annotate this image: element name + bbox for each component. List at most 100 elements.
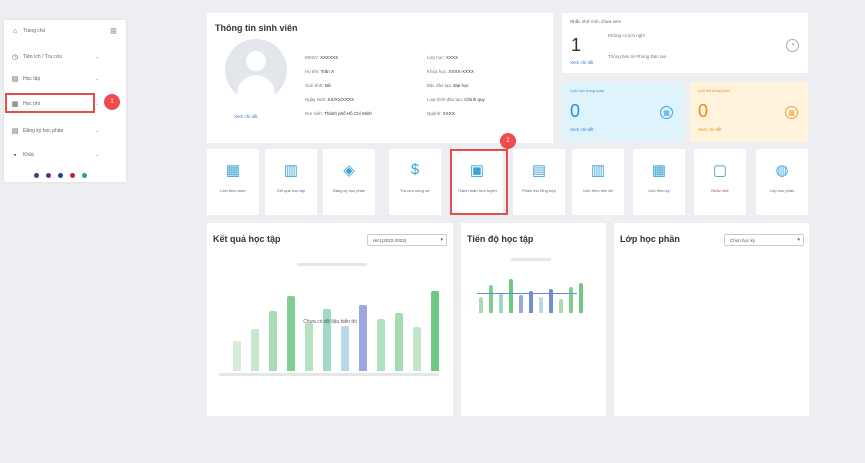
tile-label: Lịch theo kỳ — [648, 188, 670, 193]
theme-color-swatches — [34, 173, 87, 178]
reminder-line: Không có lịch nghỉ — [608, 33, 645, 38]
schedule-week-card[interactable]: Lịch học trong tuần 0 Xem chi tiết ▦ — [562, 82, 683, 142]
student-info-card: Thông tin sinh viên Xem chi tiết MSSV: X… — [207, 13, 553, 143]
tile-label: Lịch theo tuần — [220, 188, 246, 193]
chart-bar — [359, 305, 367, 371]
chart-axis-line — [219, 373, 439, 376]
info-key: MSSV: — [305, 55, 319, 60]
chart-bar — [413, 327, 421, 371]
info-row: Ngày sinh: XX/XX/XXXX — [305, 97, 354, 102]
avatar-body — [237, 75, 275, 101]
tile-reminders[interactable]: ▢ Nhắc nhở — [694, 149, 746, 215]
reminder-view-detail-link[interactable]: Xem chi tiết — [570, 60, 594, 65]
chart-bar — [579, 283, 583, 313]
semester-select-value: HK1(2022-2023) — [373, 237, 407, 243]
info-value: Đại học — [453, 83, 469, 88]
more-icon: ▪ — [13, 151, 17, 159]
highlight-tuition — [5, 93, 95, 113]
chart-bar — [233, 341, 241, 371]
term-select-value: Chọn học kỳ — [730, 237, 756, 243]
chart-bar — [479, 297, 483, 313]
reminder-line: Thông báo từ Phòng Đào tạo — [608, 54, 667, 59]
course-classes-card: Lớp học phần Chọn học kỳ ▾ — [614, 223, 809, 416]
student-view-detail-link[interactable]: Xem chi tiết — [234, 114, 258, 119]
chart-bar — [305, 323, 313, 371]
sidebar-item-home[interactable]: ⌂ Trang chủ — [7, 22, 101, 40]
tile-label: Phiếu thu tổng hợp — [522, 188, 556, 193]
calendar-icon: ▦ — [660, 106, 673, 119]
info-value: XXXX — [442, 111, 455, 116]
course-classes-title: Lớp học phần — [620, 234, 680, 244]
bell-icon: ▢ — [712, 162, 728, 179]
info-row: Họ tên: Trần X — [305, 69, 334, 74]
sidebar-item-course-registration[interactable]: ▤ Đăng ký học phần ⌄ — [7, 122, 101, 140]
tile-progress-schedule[interactable]: ▥ Lịch theo tiến độ — [572, 149, 624, 215]
theme-swatch[interactable] — [58, 173, 63, 178]
layers-icon: ◈ — [343, 162, 355, 179]
avatar — [225, 39, 287, 101]
chart-bar — [499, 293, 503, 313]
exam-week-count: 0 — [698, 101, 709, 121]
schedule-week-label: Lịch học trong tuần — [570, 88, 605, 93]
gift-icon: ◍ — [775, 162, 789, 179]
tile-label: Lịch theo tiến độ — [583, 188, 613, 193]
info-row: Lớp học: XXXX — [427, 55, 458, 60]
chart-bar — [559, 299, 563, 313]
study-icon: ▤ — [11, 76, 19, 83]
tile-study-results[interactable]: ▥ Kết quả học tập — [265, 149, 317, 215]
info-value: XX/XX/XXXX — [327, 97, 355, 102]
theme-swatch[interactable] — [82, 173, 87, 178]
hamburger-menu-icon[interactable]: ≡ — [110, 25, 122, 37]
info-row: Loại hình đào tạo: Chính quy — [427, 97, 485, 102]
chart-bar — [529, 291, 533, 313]
theme-swatch[interactable] — [70, 173, 75, 178]
bell-icon[interactable]: ◔ — [786, 39, 799, 52]
tile-weekly-schedule[interactable]: ▦ Lịch theo tuần — [207, 149, 259, 215]
dollar-icon: $ — [410, 161, 420, 178]
tile-label: Nhắc nhở — [711, 188, 729, 193]
semester-select[interactable]: HK1(2022-2023) ▾ — [367, 234, 447, 246]
tile-term-schedule[interactable]: ▦ Lịch theo kỳ — [633, 149, 685, 215]
student-info-title: Thông tin sinh viên — [215, 23, 298, 33]
info-key: Lớp học: — [427, 55, 445, 60]
document-icon: ▤ — [531, 162, 547, 179]
register-icon: ▤ — [11, 128, 19, 135]
info-value: Nữ — [324, 83, 331, 88]
sidebar-item-label: Khác — [23, 152, 35, 158]
avatar-head — [246, 51, 266, 71]
theme-swatch[interactable] — [34, 173, 39, 178]
tile-debt-lookup[interactable]: $ Tra cứu công nợ — [389, 149, 441, 215]
sidebar-item-study[interactable]: ▤ Học tập ⌄ — [7, 70, 101, 88]
term-select[interactable]: Chọn học kỳ ▾ — [724, 234, 804, 246]
bar-chart-icon: ▥ — [283, 162, 299, 179]
chart-placeholder-line — [511, 258, 551, 261]
clock-icon: ◷ — [11, 54, 19, 61]
info-key: Bậc đào tạo: — [427, 83, 453, 88]
tile-receipt-summary[interactable]: ▤ Phiếu thu tổng hợp — [513, 149, 565, 215]
info-row: Nơi sinh: Thành phố Hồ Chí Minh — [305, 111, 372, 116]
tile-label: Đăng ký học phần — [332, 188, 366, 193]
sidebar-item-label: Đăng ký học phần — [23, 128, 64, 134]
theme-swatch[interactable] — [46, 173, 51, 178]
info-value: Thành phố Hồ Chí Minh — [324, 111, 372, 116]
sidebar-item-utilities[interactable]: ◷ Tiện ích / Tra cứu ⌄ — [7, 48, 101, 66]
tile-course-classes[interactable]: ◍ Lớp học phần — [756, 149, 808, 215]
info-key: Họ tên: — [305, 69, 320, 74]
schedule-week-count: 0 — [570, 101, 581, 121]
info-key: Ngày sinh: — [305, 97, 327, 102]
sidebar-item-other[interactable]: ▪ Khác ⌄ — [7, 146, 101, 164]
reminder-heading: Nhắc nhở mới, chưa xem — [570, 19, 622, 24]
sidebar-item-label: Tiện ích / Tra cứu — [23, 54, 63, 60]
info-value: XXXX — [445, 55, 458, 60]
tile-course-registration[interactable]: ◈ Đăng ký học phần — [323, 149, 375, 215]
chart-bar — [287, 296, 295, 371]
step-badge-2: 2 — [500, 133, 516, 149]
exam-week-view-detail-link[interactable]: Xem chi tiết — [698, 127, 722, 132]
tile-label: Kết quả học tập — [276, 188, 306, 193]
study-progress-card: Tiến độ học tập — [461, 223, 606, 416]
info-key: Nơi sinh: — [305, 111, 323, 116]
chevron-down-icon: ⌄ — [94, 101, 99, 107]
schedule-week-view-detail-link[interactable]: Xem chi tiết — [570, 127, 594, 132]
exam-week-card[interactable]: Lịch thi trong tuần 0 Xem chi tiết ▦ — [690, 82, 808, 142]
info-row: Ngành: XXXX — [427, 111, 455, 116]
